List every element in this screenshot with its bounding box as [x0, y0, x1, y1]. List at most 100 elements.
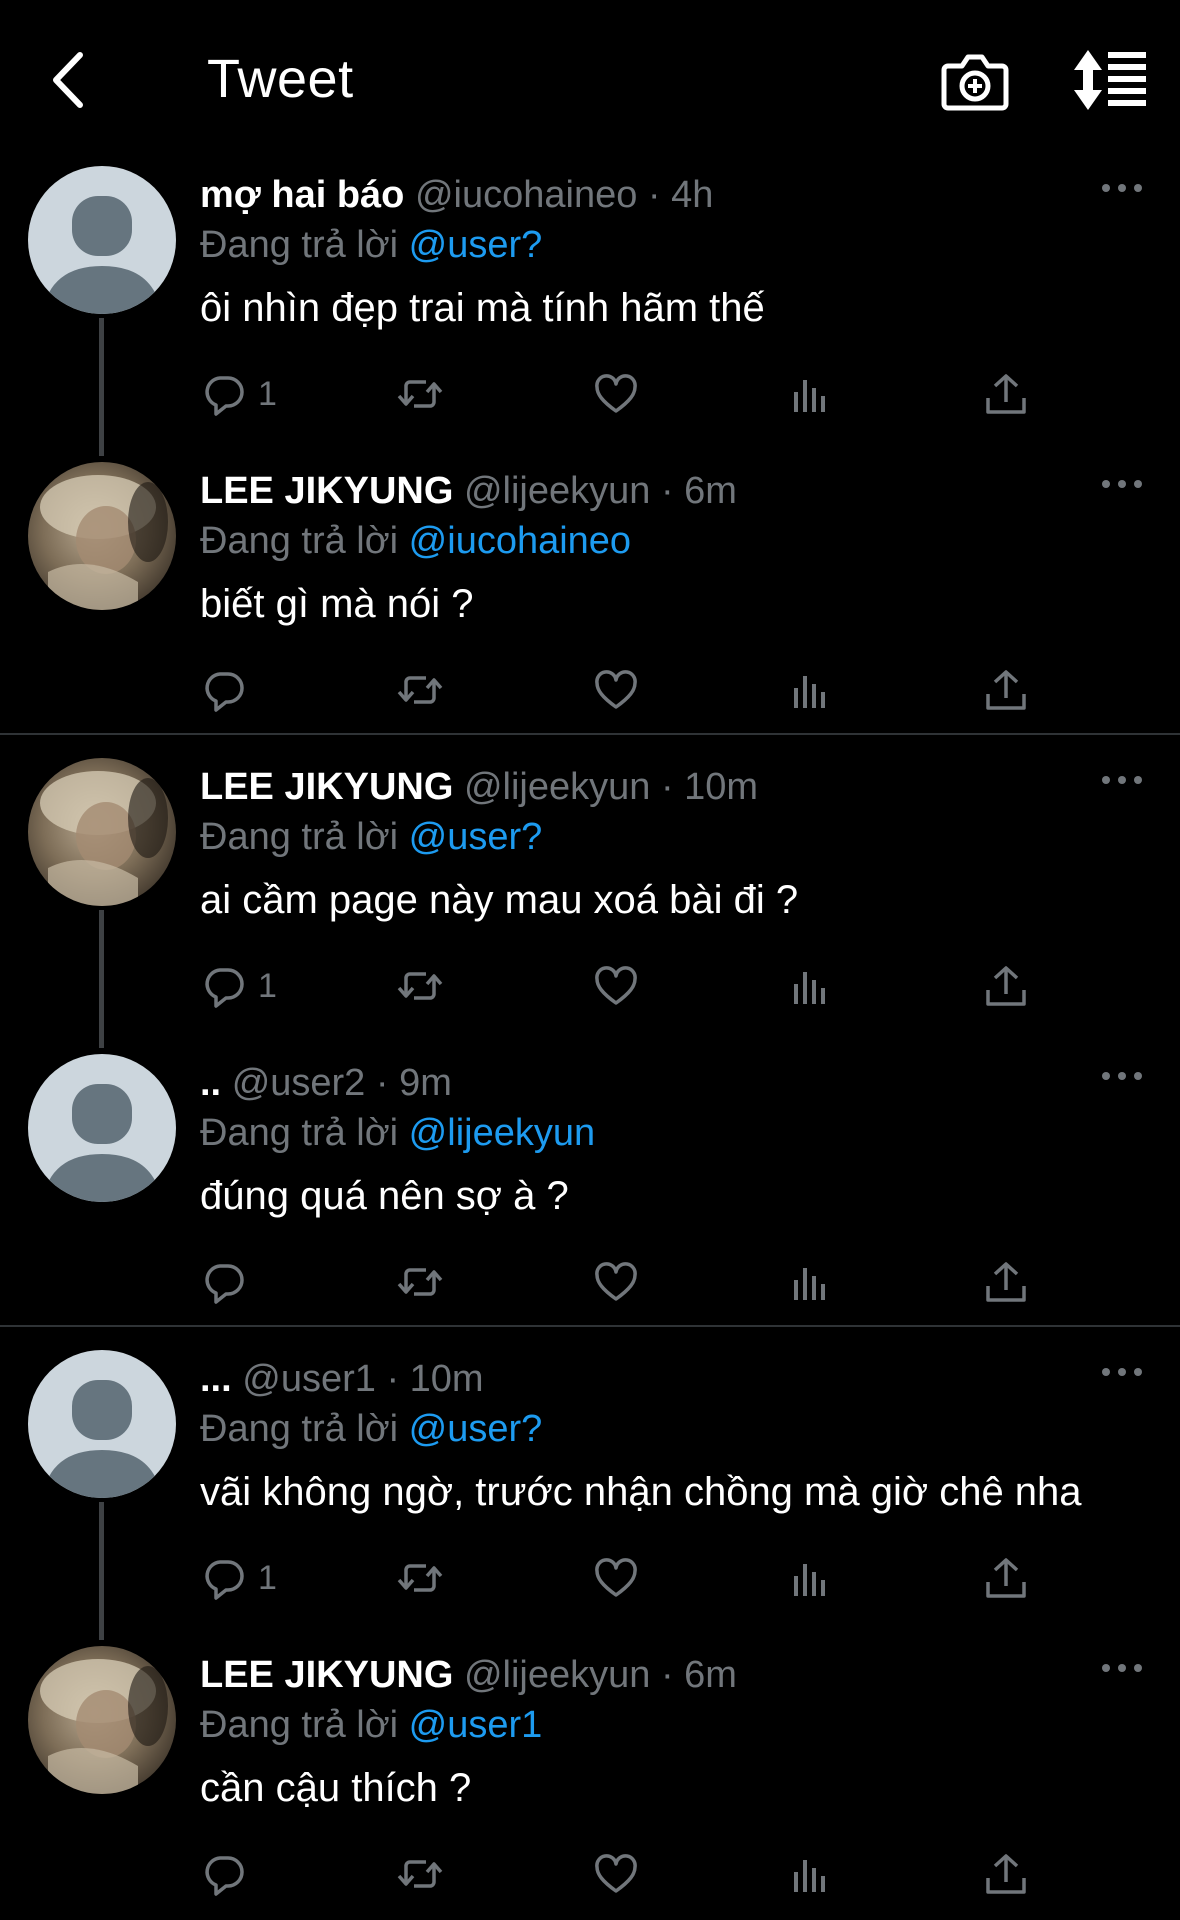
share-button[interactable] [982, 958, 1030, 1014]
tweet[interactable]: LEE JIKYUNG @lijeekyun · 6m Đang trả lời… [0, 1638, 1180, 1920]
tweet-actions: 1 [196, 958, 1096, 1014]
tweet-text: ôi nhìn đẹp trai mà tính hãm thế [200, 286, 765, 330]
username[interactable]: @iucohaineo [415, 174, 637, 216]
like-button[interactable] [592, 1254, 640, 1310]
like-button[interactable] [592, 366, 640, 422]
display-name[interactable]: LEE JIKYUNG [200, 470, 453, 512]
username[interactable]: @user1 [242, 1358, 376, 1400]
thread-connector-line [99, 1502, 104, 1640]
retweet-button[interactable] [396, 1846, 444, 1902]
more-options-icon[interactable] [1098, 1066, 1146, 1086]
avatar[interactable] [28, 1054, 176, 1202]
avatar[interactable] [28, 166, 176, 314]
reply-button[interactable]: 1 [200, 1550, 277, 1606]
timestamp: · 6m [660, 1654, 737, 1696]
heart-icon [592, 370, 640, 418]
views-button[interactable] [786, 1550, 834, 1606]
mention-link[interactable]: @iucohaineo [409, 520, 631, 562]
reply-button[interactable] [200, 662, 258, 718]
retweet-button[interactable] [396, 1550, 444, 1606]
reply-icon [200, 666, 248, 714]
views-chart-icon [786, 370, 834, 418]
username[interactable]: @user2 [232, 1062, 366, 1104]
tweet[interactable]: ... @user1 · 10m Đang trả lời @user? vãi… [0, 1342, 1180, 1640]
reply-count: 1 [258, 966, 277, 1005]
display-name[interactable]: mợ hai báo [200, 174, 404, 216]
more-options-icon[interactable] [1098, 770, 1146, 790]
like-button[interactable] [592, 1846, 640, 1902]
replying-to-label: Đang trả lời [200, 520, 399, 562]
username[interactable]: @lijeekyun [464, 766, 650, 808]
views-button[interactable] [786, 662, 834, 718]
tweet[interactable]: mợ hai báo @iucohaineo · 4h Đang trả lời… [0, 158, 1180, 456]
more-options-icon[interactable] [1098, 1658, 1146, 1678]
display-name[interactable]: LEE JIKYUNG [200, 766, 453, 808]
page-title: Tweet [207, 49, 354, 109]
avatar[interactable] [28, 1646, 176, 1794]
more-options-icon[interactable] [1098, 178, 1146, 198]
views-button[interactable] [786, 366, 834, 422]
reply-icon [200, 1258, 248, 1306]
retweet-button[interactable] [396, 1254, 444, 1310]
share-icon [982, 666, 1030, 714]
retweet-button[interactable] [396, 366, 444, 422]
tweet-text: cần cậu thích ? [200, 1766, 472, 1810]
camera-icon[interactable] [940, 48, 1010, 114]
like-button[interactable] [592, 1550, 640, 1606]
reply-button[interactable]: 1 [200, 366, 277, 422]
reply-count: 1 [258, 1558, 277, 1597]
avatar[interactable] [28, 758, 176, 906]
tweet-text: đúng quá nên sợ à ? [200, 1174, 569, 1218]
avatar[interactable] [28, 462, 176, 610]
heart-icon [592, 1554, 640, 1602]
retweet-icon [396, 1850, 444, 1898]
sort-replies-icon[interactable] [1072, 48, 1148, 112]
mention-link[interactable]: @user? [409, 816, 543, 858]
tweet[interactable]: LEE JIKYUNG @lijeekyun · 10m Đang trả lờ… [0, 750, 1180, 1048]
display-name[interactable]: ... [200, 1358, 232, 1400]
replying-to: Đang trả lời @user? [200, 816, 542, 859]
retweet-icon [396, 666, 444, 714]
reply-button[interactable] [200, 1254, 258, 1310]
views-chart-icon [786, 1850, 834, 1898]
mention-link[interactable]: @user? [409, 1408, 543, 1450]
display-name[interactable]: .. [200, 1062, 221, 1104]
mention-link[interactable]: @lijeekyun [409, 1112, 595, 1154]
username[interactable]: @lijeekyun [464, 1654, 650, 1696]
views-chart-icon [786, 1554, 834, 1602]
tweet-actions [196, 1846, 1096, 1902]
like-button[interactable] [592, 662, 640, 718]
timestamp: · 4h [647, 174, 714, 216]
share-button[interactable] [982, 1550, 1030, 1606]
views-chart-icon [786, 962, 834, 1010]
display-name[interactable]: LEE JIKYUNG [200, 1654, 453, 1696]
author-line: LEE JIKYUNG @lijeekyun · 6m [200, 470, 737, 513]
mention-link[interactable]: @user1 [409, 1704, 543, 1746]
mention-link[interactable]: @user? [409, 224, 543, 266]
timestamp: · 6m [660, 470, 737, 512]
back-arrow-icon[interactable] [40, 45, 110, 115]
like-button[interactable] [592, 958, 640, 1014]
tweet[interactable]: .. @user2 · 9m Đang trả lời @lijeekyun đ… [0, 1046, 1180, 1342]
reply-button[interactable]: 1 [200, 958, 277, 1014]
share-button[interactable] [982, 366, 1030, 422]
views-button[interactable] [786, 1254, 834, 1310]
more-options-icon[interactable] [1098, 1362, 1146, 1382]
replying-to: Đang trả lời @user1 [200, 1704, 542, 1747]
heart-icon [592, 666, 640, 714]
share-button[interactable] [982, 662, 1030, 718]
share-button[interactable] [982, 1846, 1030, 1902]
reply-count: 1 [258, 374, 277, 413]
views-button[interactable] [786, 958, 834, 1014]
avatar[interactable] [28, 1350, 176, 1498]
retweet-button[interactable] [396, 958, 444, 1014]
views-button[interactable] [786, 1846, 834, 1902]
replying-to-label: Đang trả lời [200, 816, 399, 858]
reply-button[interactable] [200, 1846, 258, 1902]
more-options-icon[interactable] [1098, 474, 1146, 494]
retweet-button[interactable] [396, 662, 444, 718]
share-button[interactable] [982, 1254, 1030, 1310]
replying-to-label: Đang trả lời [200, 1408, 399, 1450]
username[interactable]: @lijeekyun [464, 470, 650, 512]
tweet[interactable]: LEE JIKYUNG @lijeekyun · 6m Đang trả lời… [0, 454, 1180, 750]
